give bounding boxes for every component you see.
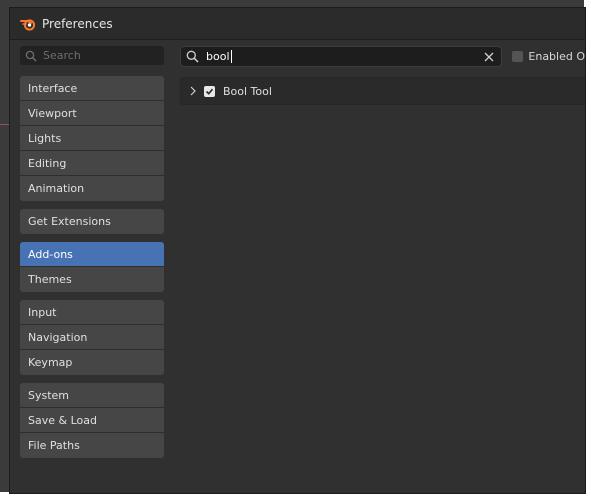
enabled-only-label: Enabled O — [528, 50, 585, 63]
addon-enabled-checkbox[interactable] — [204, 85, 215, 97]
viewport-grid-line — [0, 124, 9, 125]
sidebar-item-input[interactable]: Input — [20, 300, 164, 325]
addon-item[interactable]: Bool Tool — [180, 77, 585, 105]
chevron-right-icon[interactable] — [190, 86, 196, 96]
sidebar-item-keymap[interactable]: Keymap — [20, 350, 164, 375]
enabled-only-toggle[interactable]: Enabled O — [512, 50, 585, 63]
sidebar-group-addons: Add-ons Themes — [20, 242, 164, 292]
enabled-only-checkbox[interactable] — [512, 51, 524, 62]
sidebar-search-placeholder: Search — [43, 49, 81, 62]
blender-icon — [20, 16, 36, 32]
addon-name: Bool Tool — [223, 84, 272, 98]
sidebar-item-viewport[interactable]: Viewport — [20, 101, 164, 126]
sidebar-item-add-ons[interactable]: Add-ons — [20, 242, 164, 267]
sidebar-item-animation[interactable]: Animation — [20, 176, 164, 201]
text-cursor — [230, 50, 232, 63]
sidebar-group-input: Input Navigation Keymap — [20, 300, 164, 375]
sidebar-item-save-load[interactable]: Save & Load — [20, 408, 164, 433]
sidebar-item-get-extensions[interactable]: Get Extensions — [20, 209, 164, 234]
sidebar-search-input[interactable]: Search — [20, 46, 164, 65]
sidebar-group-extensions: Get Extensions — [20, 209, 164, 234]
sidebar-item-system[interactable]: System — [20, 383, 164, 408]
sidebar-item-lights[interactable]: Lights — [20, 126, 164, 151]
addons-panel: bool Enabled O Bool Tool — [180, 46, 585, 105]
preferences-window: Preferences Search Interface Viewport Li… — [9, 7, 586, 494]
checkmark-icon — [205, 88, 214, 95]
sidebar-item-themes[interactable]: Themes — [20, 267, 164, 292]
addon-search-input[interactable]: bool — [180, 46, 503, 67]
preferences-sidebar: Search Interface Viewport Lights Editing… — [20, 46, 164, 466]
search-icon — [186, 50, 199, 63]
clear-search-icon[interactable] — [482, 50, 495, 63]
sidebar-group-general: Interface Viewport Lights Editing Animat… — [20, 76, 164, 201]
sidebar-item-editing[interactable]: Editing — [20, 151, 164, 176]
addon-search-value: bool — [206, 50, 230, 63]
addons-filter-row: bool Enabled O — [180, 46, 585, 67]
window-title: Preferences — [42, 16, 113, 31]
sidebar-group-system: System Save & Load File Paths — [20, 383, 164, 458]
search-icon — [25, 50, 37, 62]
sidebar-item-interface[interactable]: Interface — [20, 76, 164, 101]
sidebar-item-file-paths[interactable]: File Paths — [20, 433, 164, 458]
sidebar-item-navigation[interactable]: Navigation — [20, 325, 164, 350]
title-bar[interactable]: Preferences — [10, 8, 585, 40]
